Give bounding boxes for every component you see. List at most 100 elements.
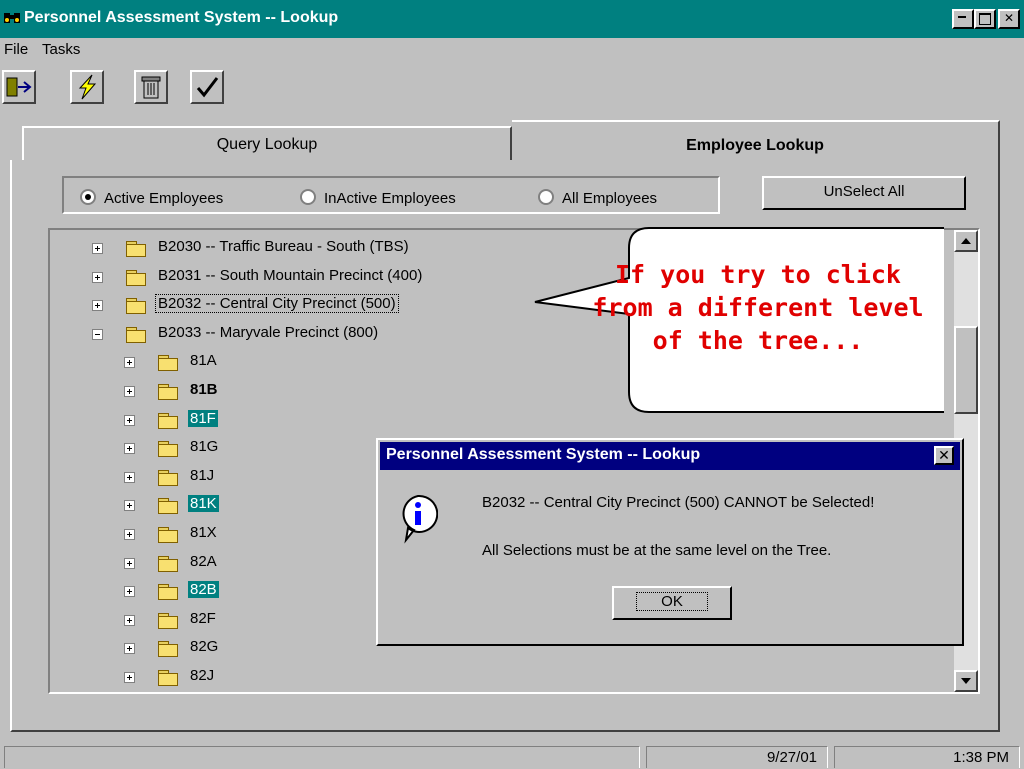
binoculars-icon <box>3 9 21 25</box>
expand-icon[interactable] <box>124 558 135 569</box>
folder-icon <box>158 413 178 428</box>
tree-node-label[interactable]: 81G <box>188 438 220 455</box>
expand-icon[interactable] <box>92 300 103 311</box>
expand-icon[interactable] <box>124 386 135 397</box>
delete-button[interactable] <box>134 70 168 104</box>
folder-icon <box>158 384 178 399</box>
tree-node-label[interactable]: 82A <box>188 553 219 570</box>
radio-label: Active Employees <box>104 190 223 207</box>
lightning-icon <box>72 72 102 102</box>
close-icon: ✕ <box>938 447 950 463</box>
expand-icon[interactable] <box>124 615 135 626</box>
tree-node-label[interactable]: B2033 -- Maryvale Precinct (800) <box>156 324 380 341</box>
title-bar[interactable]: Personnel Assessment System -- Lookup ✕ <box>0 0 1024 38</box>
scroll-thumb[interactable] <box>954 326 978 414</box>
folder-icon <box>158 556 178 571</box>
dialog-close-button[interactable]: ✕ <box>934 446 954 465</box>
radio-dot <box>300 189 316 205</box>
menu-tasks[interactable]: Tasks <box>42 41 80 58</box>
radio-active-employees[interactable]: Active Employees <box>80 189 223 207</box>
tree-node-label[interactable]: B2032 -- Central City Precinct (500) <box>156 295 398 312</box>
tree-node-label[interactable]: 81J <box>188 467 216 484</box>
tree-node-label[interactable]: 82B <box>188 581 219 598</box>
tab-query-label: Query Lookup <box>217 136 318 153</box>
folder-icon <box>158 470 178 485</box>
radio-inactive-employees[interactable]: InActive Employees <box>300 189 456 207</box>
folder-icon <box>158 641 178 656</box>
close-button[interactable]: ✕ <box>998 9 1020 29</box>
tree-node-label[interactable]: 82F <box>188 610 218 627</box>
tree-node-label[interactable]: 82G <box>188 638 220 655</box>
expand-icon[interactable] <box>92 243 103 254</box>
collapse-icon[interactable] <box>92 329 103 340</box>
folder-icon <box>158 498 178 513</box>
folder-icon <box>126 270 146 285</box>
status-bar: 9/27/01 1:38 PM <box>0 744 1024 768</box>
exit-icon <box>4 72 34 102</box>
callout-text: If you try to click from a different lev… <box>590 258 926 357</box>
dialog-title: Personnel Assessment System -- Lookup <box>386 446 700 464</box>
expand-icon[interactable] <box>124 672 135 683</box>
checkmark-icon <box>192 72 222 102</box>
folder-icon <box>158 584 178 599</box>
tree-node-label[interactable]: 81K <box>188 495 219 512</box>
dialog-title-bar[interactable]: Personnel Assessment System -- Lookup ✕ <box>380 442 960 470</box>
folder-open-icon <box>126 327 146 342</box>
folder-icon <box>126 298 146 313</box>
tab-query-lookup[interactable]: Query Lookup <box>22 126 512 160</box>
expand-icon[interactable] <box>124 643 135 654</box>
status-date: 9/27/01 <box>646 746 828 768</box>
unselect-all-button[interactable]: UnSelect All <box>762 176 966 210</box>
run-button[interactable] <box>70 70 104 104</box>
window-title: Personnel Assessment System -- Lookup <box>24 9 338 27</box>
tree-node-label[interactable]: B2030 -- Traffic Bureau - South (TBS) <box>156 238 411 255</box>
folder-icon <box>158 613 178 628</box>
tree-child-node[interactable]: 82J <box>50 665 950 691</box>
arrow-up-icon <box>956 232 976 250</box>
radio-label: InActive Employees <box>324 190 456 207</box>
tree-node-label[interactable]: B2031 -- South Mountain Precinct (400) <box>156 267 424 284</box>
expand-icon[interactable] <box>124 357 135 368</box>
radio-all-employees[interactable]: All Employees <box>538 189 657 207</box>
expand-icon[interactable] <box>124 500 135 511</box>
radio-label: All Employees <box>562 190 657 207</box>
info-icon <box>398 494 438 544</box>
scroll-down-button[interactable] <box>954 670 978 692</box>
folder-icon <box>158 355 178 370</box>
expand-icon[interactable] <box>92 272 103 283</box>
dialog-detail: All Selections must be at the same level… <box>482 542 831 559</box>
menu-file[interactable]: File <box>4 41 28 58</box>
folder-icon <box>158 441 178 456</box>
expand-icon[interactable] <box>124 586 135 597</box>
minimize-button[interactable] <box>952 9 974 29</box>
menu-bar: File Tasks <box>0 38 1024 62</box>
tree-node-label[interactable]: 82J <box>188 667 216 684</box>
radio-dot <box>538 189 554 205</box>
expand-icon[interactable] <box>124 415 135 426</box>
maximize-button[interactable] <box>974 9 996 29</box>
expand-icon[interactable] <box>124 472 135 483</box>
expand-icon[interactable] <box>124 529 135 540</box>
tab-employee-lookup[interactable]: Employee Lookup <box>512 120 1000 162</box>
exit-button[interactable] <box>2 70 36 104</box>
tree-node-label[interactable]: 81B <box>188 381 220 398</box>
employee-filter-group: Active Employees InActive Employees All … <box>62 176 720 214</box>
tree-node-label[interactable]: 81F <box>188 410 218 427</box>
tab-employee-label: Employee Lookup <box>686 137 824 154</box>
toolbar <box>0 62 1024 122</box>
expand-icon[interactable] <box>124 443 135 454</box>
folder-icon <box>158 670 178 685</box>
dialog-ok-button[interactable]: OK <box>612 586 732 620</box>
folder-icon <box>126 241 146 256</box>
arrow-down-icon <box>956 672 976 690</box>
ok-toolbar-button[interactable] <box>190 70 224 104</box>
error-dialog: Personnel Assessment System -- Lookup ✕ … <box>376 438 964 646</box>
ok-label: OK <box>637 593 707 610</box>
dialog-message: B2032 -- Central City Precinct (500) CAN… <box>482 494 874 511</box>
tree-node-label[interactable]: 81X <box>188 524 219 541</box>
tree-node-label[interactable]: 81A <box>188 352 219 369</box>
status-time: 1:38 PM <box>834 746 1020 768</box>
trash-can-icon <box>136 72 166 102</box>
scroll-up-button[interactable] <box>954 230 978 252</box>
status-message <box>4 746 640 768</box>
